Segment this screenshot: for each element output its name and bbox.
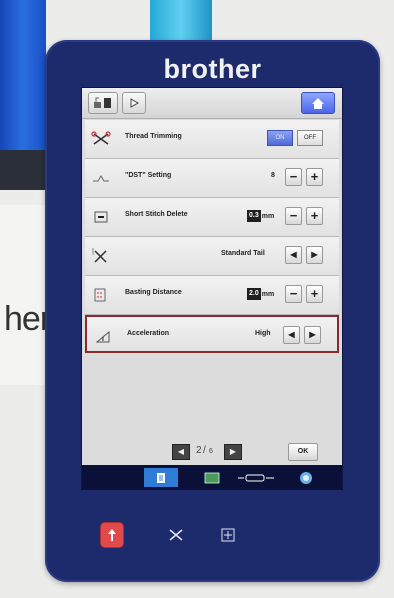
acceleration-left-button[interactable]: ◀ bbox=[283, 326, 300, 344]
blue-thread-spool bbox=[0, 0, 46, 150]
page-icon bbox=[157, 472, 165, 483]
acceleration-icon bbox=[93, 326, 113, 346]
start-stop-button[interactable] bbox=[101, 523, 123, 547]
row-label: "DST" Setting bbox=[125, 172, 172, 179]
acceleration-value: High bbox=[255, 330, 271, 337]
next-page-button[interactable]: ▶ bbox=[224, 444, 242, 460]
thread-trim-off-button[interactable]: OFF bbox=[297, 130, 323, 146]
scissors-icon bbox=[169, 529, 183, 541]
acceleration-right-button[interactable]: ▶ bbox=[304, 326, 321, 344]
color-status[interactable] bbox=[296, 468, 316, 487]
cyan-thread-spool bbox=[150, 0, 212, 40]
basting-plus-button[interactable]: + bbox=[306, 285, 323, 303]
basting-icon bbox=[91, 285, 111, 305]
scissors-tail-icon bbox=[91, 246, 111, 266]
short-stitch-unit: mm bbox=[261, 212, 275, 220]
dst-icon bbox=[91, 168, 111, 188]
bobbin-icon bbox=[238, 474, 274, 481]
machine-settings-icon bbox=[94, 97, 111, 108]
pager: ◀ 2 / 6 ▶ OK bbox=[82, 438, 342, 468]
list-item-thread-trimming: Thread Trimming ON OFF bbox=[85, 120, 339, 159]
list-item-acceleration: Acceleration High ◀ ▶ bbox=[85, 315, 339, 353]
prev-page-button[interactable]: ◀ bbox=[172, 444, 190, 460]
page-sep: / bbox=[203, 445, 206, 456]
background-shadow bbox=[0, 150, 46, 190]
stitch-delete-icon bbox=[91, 207, 111, 227]
machine-body bbox=[0, 205, 49, 385]
touch-screen: Thread Trimming ON OFF "DST" Setting 8 −… bbox=[81, 87, 343, 490]
brand-logo: brother bbox=[163, 54, 262, 84]
start-stop-icon bbox=[108, 529, 116, 541]
settings-list: Thread Trimming ON OFF "DST" Setting 8 −… bbox=[85, 120, 339, 353]
tail-value: Standard Tail bbox=[221, 250, 265, 257]
needle-position-button[interactable] bbox=[217, 523, 239, 547]
thread-trim-on-button[interactable]: ON bbox=[267, 130, 293, 146]
home-icon bbox=[312, 97, 324, 109]
tail-right-button[interactable]: ▶ bbox=[306, 246, 323, 264]
display-settings-icon bbox=[130, 98, 140, 108]
basting-unit: mm bbox=[261, 290, 275, 298]
list-item-short-stitch-delete: Short Stitch Delete 0.3 mm − + bbox=[85, 198, 339, 237]
bobbin-status[interactable] bbox=[234, 468, 278, 487]
row-label: Basting Distance bbox=[125, 289, 182, 296]
page-current: 2 bbox=[196, 445, 202, 456]
color-wheel-icon bbox=[300, 471, 312, 484]
dst-value: 8 bbox=[271, 172, 275, 179]
control-panel: brother Thread Trimming ON OFF "DST" Set… bbox=[45, 40, 380, 582]
display-settings-tab[interactable] bbox=[122, 92, 146, 114]
short-stitch-value-box: 0.3 mm bbox=[247, 208, 274, 224]
page-total: 6 bbox=[209, 448, 213, 455]
basting-minus-button[interactable]: − bbox=[285, 285, 302, 303]
dst-plus-button[interactable]: + bbox=[306, 168, 323, 186]
embroidery-frame-tab[interactable] bbox=[200, 468, 224, 487]
home-button[interactable] bbox=[301, 92, 335, 114]
top-bar bbox=[82, 88, 342, 119]
scissors-icon bbox=[91, 129, 111, 149]
tail-left-button[interactable]: ◀ bbox=[285, 246, 302, 264]
thread-cutter-button[interactable] bbox=[165, 523, 187, 547]
frame-icon bbox=[204, 472, 220, 483]
dst-minus-button[interactable]: − bbox=[285, 168, 302, 186]
row-label: Short Stitch Delete bbox=[125, 211, 188, 218]
settings-page-tab[interactable] bbox=[144, 468, 178, 487]
basting-value-box: 2.0 mm bbox=[247, 286, 274, 302]
basting-value: 2.0 bbox=[247, 288, 261, 300]
machine-settings-tab[interactable] bbox=[88, 92, 118, 114]
machine-logo-fragment: her bbox=[4, 300, 51, 338]
list-item-thread-tail: Standard Tail ◀ ▶ bbox=[85, 237, 339, 276]
status-bar bbox=[82, 465, 342, 489]
ok-button[interactable]: OK bbox=[288, 443, 318, 461]
list-item-dst-setting: "DST" Setting 8 − + bbox=[85, 159, 339, 198]
list-item-basting-distance: Basting Distance 2.0 mm − + bbox=[85, 276, 339, 315]
short-stitch-value: 0.3 bbox=[247, 210, 261, 222]
row-label: Acceleration bbox=[127, 330, 170, 337]
short-stitch-plus-button[interactable]: + bbox=[306, 207, 323, 225]
short-stitch-minus-button[interactable]: − bbox=[285, 207, 302, 225]
row-label: Thread Trimming bbox=[125, 133, 182, 140]
needle-icon bbox=[221, 528, 235, 542]
